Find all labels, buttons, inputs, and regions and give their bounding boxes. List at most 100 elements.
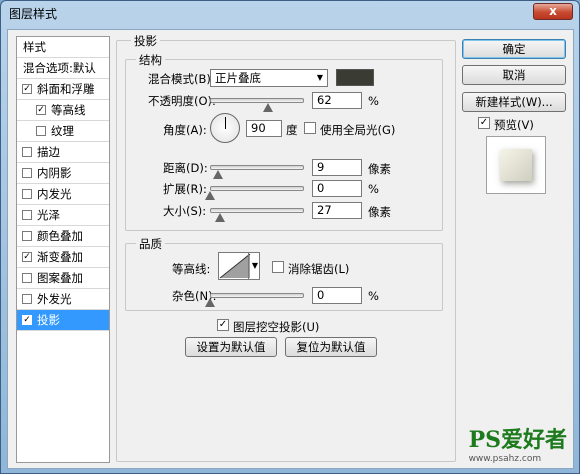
angle-unit: 度 xyxy=(286,123,298,137)
list-item[interactable]: 描边 xyxy=(17,142,109,163)
contour-label: 等高线: xyxy=(172,262,211,276)
list-item[interactable]: 图案叠加 xyxy=(17,268,109,289)
list-item-checkbox[interactable] xyxy=(36,126,46,136)
antialias-label: 消除锯齿(L) xyxy=(288,262,350,276)
distance-unit: 像素 xyxy=(368,162,391,176)
list-item[interactable]: 颜色叠加 xyxy=(17,226,109,247)
new-style-button[interactable]: 新建样式(W)... xyxy=(462,92,566,112)
list-item[interactable]: 内发光 xyxy=(17,184,109,205)
site-watermark: PS爱好者 www.psahz.com xyxy=(469,422,567,464)
list-item-label: 等高线 xyxy=(51,103,86,117)
reset-default-button[interactable]: 复位为默认值 xyxy=(285,337,377,357)
list-item-label: 斜面和浮雕 xyxy=(37,82,95,96)
list-item-checkbox[interactable] xyxy=(22,294,32,304)
global-light-checkbox[interactable] xyxy=(304,122,316,134)
angle-dial[interactable] xyxy=(210,113,240,143)
blend-mode-label: 混合模式(B): xyxy=(148,72,215,86)
antialias-checkbox[interactable] xyxy=(272,261,284,273)
cancel-button[interactable]: 取消 xyxy=(462,65,566,85)
opacity-input[interactable]: 62 xyxy=(312,92,362,109)
preview-checkbox[interactable]: ✓ xyxy=(478,117,490,129)
spread-slider-track[interactable] xyxy=(210,186,304,191)
contour-divider xyxy=(248,253,249,279)
chevron-down-icon[interactable]: ▼ xyxy=(252,261,258,270)
list-item[interactable]: 混合选项:默认 xyxy=(17,58,109,79)
drop-shadow-group: 投影 结构 混合模式(B): 正片叠底 ▼ 不透明度(O): 62 % 角度(A… xyxy=(116,33,456,462)
size-unit: 像素 xyxy=(368,205,391,219)
spread-unit: % xyxy=(368,182,379,196)
spread-input[interactable]: 0 xyxy=(312,180,362,197)
opacity-label: 不透明度(O): xyxy=(148,94,216,108)
size-slider-thumb[interactable] xyxy=(215,213,226,222)
distance-slider-thumb[interactable] xyxy=(213,170,224,179)
list-item-checkbox[interactable]: ✓ xyxy=(22,315,32,325)
global-light-label: 使用全局光(G) xyxy=(320,123,396,137)
list-item[interactable]: 样式 xyxy=(17,37,109,58)
angle-input[interactable]: 90 xyxy=(246,120,282,137)
list-item[interactable]: ✓ 等高线 xyxy=(17,100,109,121)
list-item-label: 图案叠加 xyxy=(37,271,83,285)
close-button[interactable]: x xyxy=(533,3,573,20)
watermark-logo: PS爱好者 xyxy=(468,427,567,453)
noise-slider-thumb[interactable] xyxy=(205,298,215,307)
list-item[interactable]: ✓ 渐变叠加 xyxy=(17,247,109,268)
drop-shadow-title: 投影 xyxy=(131,33,160,49)
noise-slider-track[interactable] xyxy=(210,293,304,298)
opacity-unit: % xyxy=(368,94,379,108)
list-item-label: 外发光 xyxy=(37,292,72,306)
quality-group: 品质 等高线: ▼ 消除锯齿(L) 杂色(N): 0 % xyxy=(125,236,443,311)
list-item-checkbox[interactable]: ✓ xyxy=(22,84,32,94)
shadow-color-swatch[interactable] xyxy=(336,69,374,86)
list-item-label: 混合选项:默认 xyxy=(23,61,96,75)
list-item-label: 内发光 xyxy=(37,187,72,201)
list-item-checkbox[interactable] xyxy=(22,189,32,199)
list-item-label: 投影 xyxy=(37,313,60,327)
list-item-checkbox[interactable]: ✓ xyxy=(36,105,46,115)
distance-slider-track[interactable] xyxy=(210,165,304,170)
list-item-checkbox[interactable] xyxy=(22,168,32,178)
list-item-checkbox[interactable] xyxy=(22,273,32,283)
spread-slider-thumb[interactable] xyxy=(205,191,215,200)
list-item-label: 样式 xyxy=(23,40,46,54)
list-item-label: 颜色叠加 xyxy=(37,229,83,243)
list-item[interactable]: 纹理 xyxy=(17,121,109,142)
contour-picker[interactable]: ▼ xyxy=(218,252,260,280)
title-bar[interactable]: 图层样式 x xyxy=(1,1,579,23)
distance-input[interactable]: 9 xyxy=(312,159,362,176)
list-item-label: 光泽 xyxy=(37,208,60,222)
angle-needle xyxy=(225,117,226,129)
structure-title: 结构 xyxy=(136,52,165,68)
spread-label: 扩展(R): xyxy=(163,182,207,196)
ok-button[interactable]: 确定 xyxy=(462,39,566,59)
make-default-button[interactable]: 设置为默认值 xyxy=(185,337,277,357)
list-item[interactable]: 光泽 xyxy=(17,205,109,226)
knockout-label: 图层挖空投影(U) xyxy=(233,320,320,334)
dialog-client: 样式混合选项:默认 ✓ 斜面和浮雕 ✓ 等高线纹理描边内阴影内发光光泽颜色叠加 ✓ 渐变叠加… xyxy=(7,29,574,469)
list-item[interactable]: ✓ 斜面和浮雕 xyxy=(17,79,109,100)
opacity-slider-track[interactable] xyxy=(210,98,304,103)
distance-label: 距离(D): xyxy=(163,161,208,175)
window-title: 图层样式 xyxy=(9,7,58,21)
list-item-checkbox[interactable] xyxy=(22,210,32,220)
list-item-label: 描边 xyxy=(37,145,60,159)
list-item-label: 渐变叠加 xyxy=(37,250,83,264)
blend-mode-value: 正片叠底 xyxy=(215,71,261,85)
styles-list: 样式混合选项:默认 ✓ 斜面和浮雕 ✓ 等高线纹理描边内阴影内发光光泽颜色叠加 ✓ 渐变叠加… xyxy=(16,36,110,463)
list-item-label: 纹理 xyxy=(51,124,74,138)
list-item-checkbox[interactable] xyxy=(22,147,32,157)
list-item-checkbox[interactable] xyxy=(22,231,32,241)
preview-label: 预览(V) xyxy=(494,118,534,132)
list-item[interactable]: ✓ 投影 xyxy=(17,310,109,331)
blend-mode-select[interactable]: 正片叠底 ▼ xyxy=(210,69,328,87)
opacity-slider-thumb[interactable] xyxy=(263,103,274,112)
list-item-checkbox[interactable]: ✓ xyxy=(22,252,32,262)
knockout-checkbox[interactable]: ✓ xyxy=(217,319,229,331)
preview-swatch xyxy=(500,149,532,181)
noise-input[interactable]: 0 xyxy=(312,287,362,304)
noise-unit: % xyxy=(368,289,379,303)
list-item[interactable]: 内阴影 xyxy=(17,163,109,184)
list-item[interactable]: 外发光 xyxy=(17,289,109,310)
layer-style-dialog: 图层样式 x 样式混合选项:默认 ✓ 斜面和浮雕 ✓ 等高线纹理描边内阴影内发光光泽颜色… xyxy=(0,0,580,474)
size-input[interactable]: 27 xyxy=(312,202,362,219)
size-label: 大小(S): xyxy=(163,204,207,218)
